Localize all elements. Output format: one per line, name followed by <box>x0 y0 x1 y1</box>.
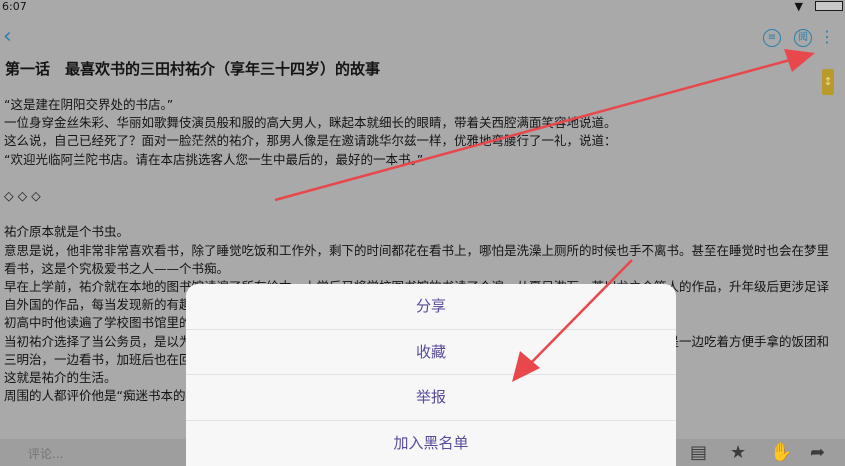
section-divider: ◇ ◇ ◇ <box>4 188 41 203</box>
battery-icon <box>815 1 843 11</box>
status-time: 6:07 <box>2 0 27 13</box>
favorite-option[interactable]: 收藏 <box>186 330 676 375</box>
share-option[interactable]: 分享 <box>186 284 676 330</box>
share-icon[interactable]: ➦ <box>810 443 825 463</box>
paragraph: 意思是说，他非常非常喜欢看书，除了睡觉吃饭和工作外，剩下的时间都花在看书上，哪怕… <box>4 242 830 276</box>
paragraph: “这是建在阴阳交界处的书店。” <box>4 97 174 112</box>
paragraph: 祐介原本就是个书虫。 <box>4 224 130 240</box>
comment-icon[interactable]: ▤ <box>690 443 707 463</box>
scroll-handle[interactable]: ↕ <box>822 69 834 95</box>
status-bar: 6:07 ▼ <box>0 0 845 14</box>
thumbs-up-icon[interactable]: ✋ <box>770 443 792 463</box>
paragraph: 这么说，自己已经死了？面对一脸茫然的祐介，那男人像是在邀请跳华尔兹一样，优雅地弯… <box>4 133 617 149</box>
read-mode-icon[interactable]: 阅 <box>794 29 812 47</box>
list-icon[interactable]: ≡ <box>763 29 781 47</box>
chapter-title: 第一话 最喜欢书的三田村祐介（享年三十四岁）的故事 <box>5 60 381 78</box>
action-sheet: 分享 收藏 举报 加入黑名单 <box>186 284 676 466</box>
wifi-icon: ▼ <box>794 0 803 13</box>
back-icon[interactable]: ‹ <box>3 26 12 48</box>
star-icon[interactable]: ★ <box>730 443 746 463</box>
more-options-icon[interactable]: ⋮ <box>819 29 835 45</box>
arrow-head <box>784 49 815 72</box>
paragraph: “欢迎光临阿兰陀书店。请在本店挑选客人您一生中最后的，最好的一本书。” <box>4 151 424 167</box>
blacklist-option[interactable]: 加入黑名单 <box>186 421 676 466</box>
report-option[interactable]: 举报 <box>186 375 676 421</box>
paragraph: 一位身穿金丝朱彩、华丽如歌舞伎演员般和服的高大男人，眯起本就细长的眼睛，带着关西… <box>4 115 617 131</box>
